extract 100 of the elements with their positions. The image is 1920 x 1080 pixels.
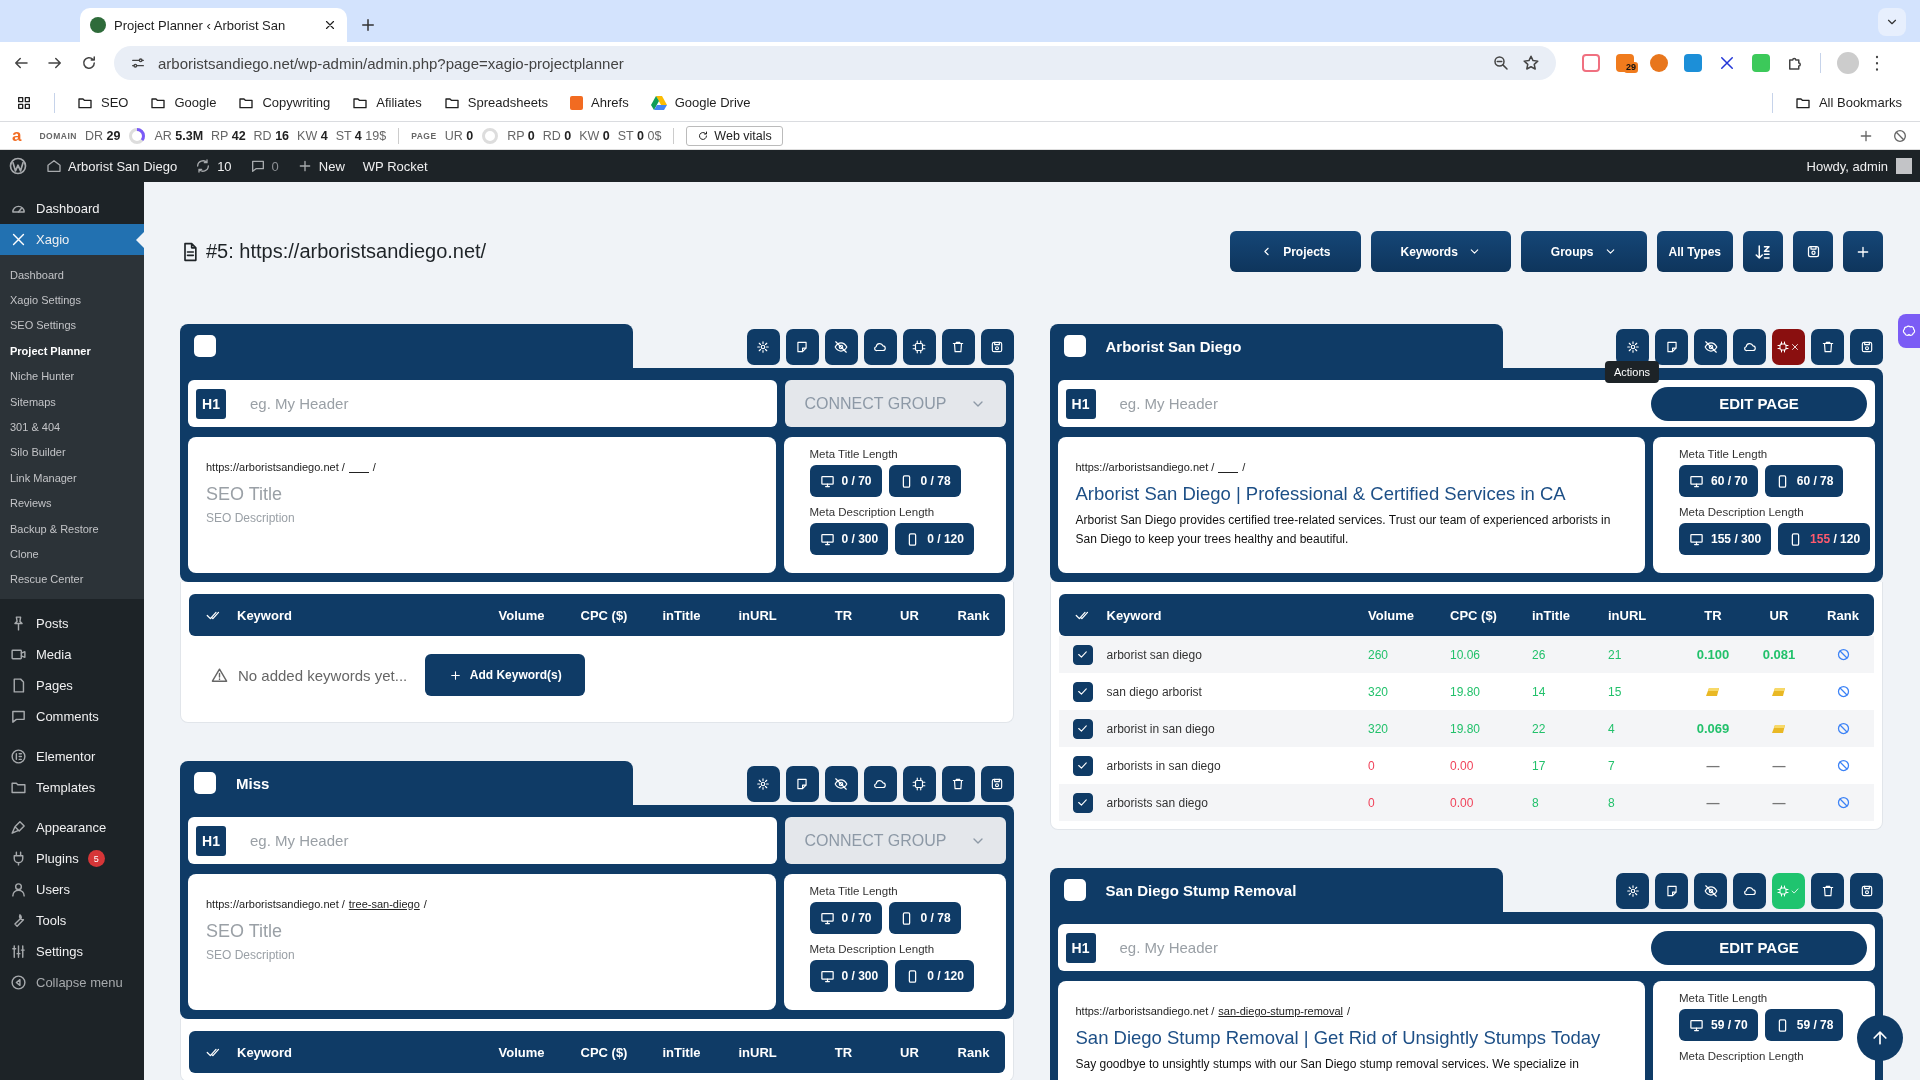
column-header[interactable]: TR (1704, 607, 1722, 623)
admin-bar-item[interactable]: Arborist San Diego (46, 158, 178, 174)
sidebar-item[interactable]: Posts (0, 608, 144, 640)
header-input[interactable]: eg. My Header (250, 395, 769, 412)
submenu-item[interactable]: Sitemaps (0, 388, 144, 415)
admin-bar-item[interactable]: WP Rocket (362, 158, 428, 174)
note-button[interactable] (785, 766, 819, 802)
checkbox[interactable] (1072, 644, 1093, 665)
column-header[interactable]: Rank (957, 607, 990, 623)
filter-button[interactable]: All Types (1656, 231, 1733, 272)
sidebar-item[interactable]: Appearance (0, 812, 144, 844)
seo-description-field[interactable]: SEO Description (206, 511, 758, 525)
sidebar-item[interactable]: Pages (0, 670, 144, 702)
sort-button[interactable] (1743, 231, 1783, 272)
column-header[interactable]: Volume (498, 1044, 581, 1060)
sidebar-item[interactable]: Templates (0, 772, 144, 804)
submenu-item[interactable]: 301 & 404 (0, 414, 144, 440)
hide-button[interactable] (1694, 329, 1727, 365)
delete-button[interactable] (1811, 873, 1844, 909)
slug-link[interactable]: san-diego-stump-removal (1218, 1005, 1344, 1017)
settings-button[interactable] (746, 766, 780, 802)
column-header[interactable]: Volume (498, 607, 581, 623)
bookmark[interactable]: Google (150, 94, 217, 111)
header-input[interactable]: eg. My Header (1119, 395, 1627, 412)
sidebar-item[interactable]: Tools (0, 905, 144, 937)
checkbox[interactable] (194, 772, 216, 794)
column-header[interactable]: Rank (957, 1044, 990, 1060)
column-header[interactable]: TR (834, 1044, 853, 1060)
browser-tab[interactable]: Project Planner ‹ Arborist San (80, 8, 347, 42)
sidebar-item[interactable]: Elementor (0, 741, 144, 773)
hide-button[interactable] (824, 766, 858, 802)
extension-icon[interactable] (1650, 54, 1668, 72)
admin-bar-item[interactable]: Howdy, admin (1806, 158, 1888, 174)
ai-button[interactable] (1772, 329, 1805, 365)
slug-link[interactable]: tree-san-diego (348, 898, 420, 910)
menu-icon[interactable] (1875, 55, 1879, 71)
header-field[interactable]: H1 eg. My Header (188, 817, 777, 864)
column-header[interactable]: CPC ($) (580, 607, 663, 623)
extension-icon[interactable] (1582, 54, 1600, 72)
header-input[interactable]: eg. My Header (250, 832, 769, 849)
delete-button[interactable] (941, 329, 975, 365)
sidebar-item[interactable]: Dashboard (0, 193, 144, 224)
header-field[interactable]: H1 eg. My Header EDIT PAGE (1057, 924, 1875, 971)
bookmark[interactable]: Afiliates (352, 94, 422, 111)
checkbox[interactable] (1072, 755, 1093, 776)
save-button[interactable] (1850, 873, 1883, 909)
cloud-button[interactable] (1733, 329, 1766, 365)
submenu-item[interactable]: Rescue Center (0, 566, 144, 593)
ai-button[interactable] (902, 766, 936, 802)
column-header[interactable]: TR (834, 607, 853, 623)
submenu-item[interactable]: Reviews (0, 490, 144, 516)
projects-button[interactable]: Projects (1230, 231, 1361, 272)
address-bar[interactable]: arboristsandiego.net/wp-admin/admin.php?page=xagio-projectplanner (114, 46, 1556, 80)
sidebar-item[interactable]: Comments (0, 701, 144, 733)
dropdown-button[interactable]: Groups (1520, 231, 1647, 272)
cloud-button[interactable] (863, 766, 897, 802)
column-header[interactable]: inTitle (1532, 607, 1608, 623)
submenu-item[interactable]: Clone (0, 541, 144, 567)
column-header[interactable]: inURL (738, 607, 811, 623)
add-keyword-button[interactable]: Add Keyword(s) (425, 654, 586, 696)
submenu-item[interactable]: Link Manager (0, 465, 144, 491)
edit-page-button[interactable]: EDIT PAGE (1651, 386, 1867, 421)
ai-button[interactable] (902, 329, 936, 365)
seo-title-field[interactable]: SEO Title (206, 920, 758, 942)
sidebar-item[interactable]: Plugins 5 (0, 843, 144, 875)
bookmark[interactable]: Spreadsheets (443, 94, 549, 111)
submenu-item[interactable]: Niche Hunter (0, 363, 144, 389)
header-input[interactable]: eg. My Header (1119, 939, 1627, 956)
header-field[interactable]: H1 eg. My Header EDIT PAGE (1057, 380, 1875, 427)
column-header[interactable]: UR (1769, 607, 1789, 623)
sidebar-item[interactable]: Settings (0, 936, 144, 968)
edit-page-button[interactable]: EDIT PAGE (1651, 930, 1867, 965)
sidebar-item[interactable]: Xagio (0, 224, 144, 255)
checkbox[interactable] (1072, 792, 1093, 813)
submenu-item[interactable]: SEO Settings (0, 312, 144, 339)
column-header[interactable]: inURL (1608, 607, 1680, 623)
dropdown-button[interactable]: Keywords (1370, 231, 1511, 272)
column-header[interactable]: Keyword (237, 1044, 499, 1060)
checkbox[interactable] (1072, 681, 1093, 702)
save-button[interactable] (980, 329, 1014, 365)
hide-button[interactable] (1694, 873, 1727, 909)
submenu-item[interactable]: Project Planner (0, 338, 144, 364)
seo-description-field[interactable]: SEO Description (206, 948, 758, 962)
web-vitals-button[interactable]: Web vitals (686, 125, 783, 146)
column-header[interactable]: UR (900, 1044, 919, 1060)
submenu-item[interactable]: Silo Builder (0, 439, 144, 466)
bookmark[interactable]: Copywriting (238, 94, 331, 111)
settings-button[interactable] (1616, 873, 1649, 909)
add-button[interactable] (1843, 231, 1883, 272)
column-header[interactable]: Keyword (1106, 607, 1368, 623)
bookmark[interactable]: Ahrefs (570, 95, 629, 110)
cloud-button[interactable] (863, 329, 897, 365)
submenu-item[interactable]: Backup & Restore (0, 515, 144, 542)
settings-button[interactable] (746, 329, 780, 365)
note-button[interactable] (1655, 329, 1688, 365)
column-header[interactable]: CPC ($) (580, 1044, 663, 1060)
column-header[interactable]: UR (900, 607, 919, 623)
note-button[interactable] (1655, 873, 1688, 909)
save-button[interactable] (980, 766, 1014, 802)
column-header[interactable]: Keyword (237, 607, 499, 623)
